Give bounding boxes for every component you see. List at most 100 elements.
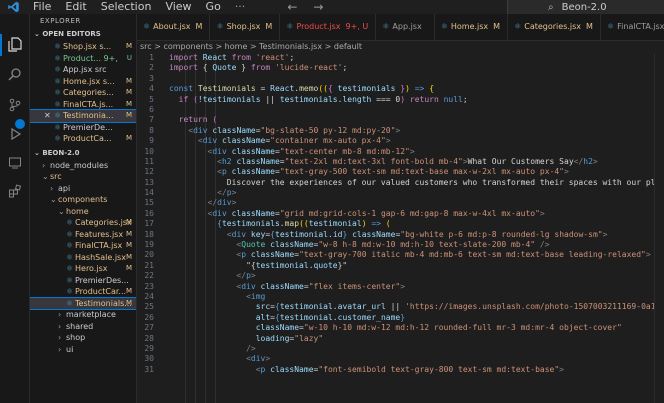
- file-item[interactable]: ⚛ Testimonials... M: [30, 296, 136, 310]
- code-text: <p className="text-gray-500 text-sm md:t…: [169, 167, 569, 177]
- file-item[interactable]: ⚛ Features.jsx M: [30, 229, 136, 241]
- command-search-box[interactable]: ⌕ Beon-2.0: [507, 0, 664, 14]
- explorer-sidebar: EXPLORER ⌄ OPEN EDITORS ⚛ Shop.jsx s... M ⚛…: [30, 14, 137, 403]
- code-token: ): [405, 84, 415, 94]
- editor-tab[interactable]: ⚛ Categories.jsx M: [508, 14, 601, 40]
- code-token: ): [361, 219, 372, 229]
- open-editor-item[interactable]: ⚛ Home.jsx s... M: [30, 76, 136, 88]
- folder-item[interactable]: › shared: [30, 321, 136, 333]
- chevron-right-icon: ›: [42, 160, 46, 170]
- file-item[interactable]: ⚛ FinalCTA.jsx M: [30, 240, 136, 252]
- folder-item[interactable]: › node_modules: [30, 160, 136, 172]
- open-editor-item[interactable]: ⚛ ProductCa... M: [30, 133, 136, 145]
- run-debug-icon[interactable]: [7, 127, 23, 143]
- code-token: loading: [169, 333, 290, 343]
- code-text: Discover the experiences of our valued c…: [169, 178, 664, 188]
- folder-item[interactable]: › shop: [30, 332, 136, 344]
- editor-scrollbar[interactable]: [654, 53, 664, 403]
- extensions-icon[interactable]: [7, 184, 23, 200]
- close-icon[interactable]: ✕: [44, 110, 51, 122]
- line-number: 1: [149, 53, 154, 62]
- code-token: >: [592, 156, 598, 166]
- folder-item[interactable]: ⌄src: [30, 171, 136, 183]
- back-arrow-icon[interactable]: ←: [287, 0, 297, 14]
- open-editor-item[interactable]: ⚛ Product... 9+, U: [30, 53, 136, 65]
- folder-item[interactable]: › marketplace: [30, 309, 136, 321]
- code-text: <div className="text-center mb-8 md:mb-1…: [169, 147, 415, 157]
- code-text: </p>: [169, 188, 236, 198]
- open-editor-item[interactable]: ⚛ Shop.jsx s... M: [30, 41, 136, 53]
- code-text: </p>: [169, 271, 256, 281]
- react-file-icon: ⚛: [514, 22, 522, 31]
- code-token: from: [231, 53, 256, 62]
- menu-selection[interactable]: Selection: [101, 0, 152, 14]
- source-control-icon[interactable]: [7, 98, 23, 114]
- code-token: className: [212, 125, 256, 135]
- tree-item-name: HashSale.jsx: [75, 252, 126, 262]
- file-item[interactable]: ⚛ PremierDes...: [30, 275, 136, 287]
- code-token: Quote: [212, 63, 242, 73]
- folder-item[interactable]: ⌄components: [30, 194, 136, 206]
- code-text: <div className="flex items-center">: [169, 282, 405, 292]
- open-editor-item[interactable]: ⚛ PremierDe...: [30, 122, 136, 134]
- code-line: 10 <div className="text-center mb-8 md:m…: [137, 147, 664, 157]
- editor-tab[interactable]: ⚛ FinalCTA.jsx: [601, 14, 664, 40]
- chevron-right-icon: ›: [58, 321, 62, 331]
- menu-more[interactable]: ···: [235, 0, 246, 14]
- code-line: 12 <p className="text-gray-500 text-sm m…: [137, 167, 664, 177]
- line-number: 26: [144, 312, 154, 322]
- menu-file[interactable]: File: [33, 0, 51, 14]
- open-editor-item[interactable]: ⚛ App.jsx src: [30, 64, 136, 76]
- code-token: (: [212, 115, 218, 125]
- open-editor-item[interactable]: ⚛ Categories... M: [30, 87, 136, 99]
- breadcrumb[interactable]: src > components > home > Testimonials.j…: [137, 41, 664, 53]
- line-number: 29: [144, 343, 154, 353]
- file-item[interactable]: ⚛ HashSale.jsx M: [30, 252, 136, 264]
- code-token: =: [260, 84, 271, 94]
- tree-item-name: api: [58, 183, 71, 193]
- code-text: <h2 className="text-2xl md:text-3xl font…: [169, 157, 598, 167]
- code-token: <: [169, 167, 222, 177]
- search-sidebar-icon[interactable]: [7, 67, 23, 83]
- file-item[interactable]: ⚛ Hero.jsx M: [30, 263, 136, 275]
- code-editor[interactable]: 1 import React from 'react'; 2 import { Quo…: [137, 53, 664, 403]
- editor-tab[interactable]: ⚛ Product.jsx 9+, U: [280, 14, 377, 40]
- folder-item[interactable]: › ui: [30, 344, 136, 356]
- code-line: 9 <div className="container mx-auto px-4…: [137, 136, 664, 146]
- menu-go[interactable]: Go: [206, 0, 221, 14]
- code-text: const Testimonials = React.memo(({ testi…: [169, 84, 434, 94]
- code-token: 'react': [255, 53, 290, 62]
- folder-item[interactable]: ⌄home: [30, 206, 136, 218]
- file-item[interactable]: ⚛ Categories.jsx M: [30, 217, 136, 229]
- react-file-icon: ⚛: [54, 76, 62, 86]
- open-editor-item[interactable]: ⚛ FinalCTA.js... M: [30, 99, 136, 111]
- tree-item-name: shop: [66, 333, 86, 342]
- code-line: 28 loading="lazy": [137, 334, 664, 344]
- code-token: className: [250, 250, 295, 260]
- vscode-logo-icon: [8, 1, 19, 13]
- code-line: 27 className="w-10 h-10 md:w-12 md:h-12 …: [137, 323, 664, 333]
- editor-tab[interactable]: ⚛ App.jsx: [376, 14, 435, 40]
- code-token: testimonial: [308, 219, 362, 229]
- menu-edit[interactable]: Edit: [65, 0, 86, 14]
- open-editor-name: Categories...: [63, 88, 114, 97]
- project-section[interactable]: ⌄ BEON-2.0: [30, 147, 136, 160]
- react-file-icon: ⚛: [66, 264, 74, 273]
- folder-item[interactable]: › api: [30, 183, 136, 195]
- editor-tab[interactable]: ⚛ About.jsx M: [137, 14, 211, 40]
- file-item[interactable]: ⚛ ProductCar... M: [30, 286, 136, 298]
- editor-tab[interactable]: ⚛ Shop.jsx M: [210, 14, 281, 40]
- editor-tab[interactable]: ⚛ Home.jsx M: [435, 14, 509, 40]
- open-editor-item[interactable]: ✕ ⚛ Testimonia... M: [30, 109, 136, 123]
- tree-item-name: ui: [66, 344, 74, 354]
- open-editors-section[interactable]: ⌄ OPEN EDITORS: [30, 28, 136, 41]
- forward-arrow-icon[interactable]: →: [313, 0, 323, 14]
- code-line: 18 <div key={testimonial.id} className="…: [137, 230, 664, 240]
- react-file-icon: ⚛: [54, 134, 62, 143]
- code-line: 21 "{testimonial.quote}": [137, 261, 664, 271]
- explorer-files-icon[interactable]: [7, 37, 23, 53]
- code-line: 31 <p className="font-semibold text-gray…: [137, 365, 664, 375]
- menu-view[interactable]: View: [165, 0, 191, 14]
- remote-explorer-icon[interactable]: [7, 156, 23, 172]
- code-token: >: [250, 271, 256, 281]
